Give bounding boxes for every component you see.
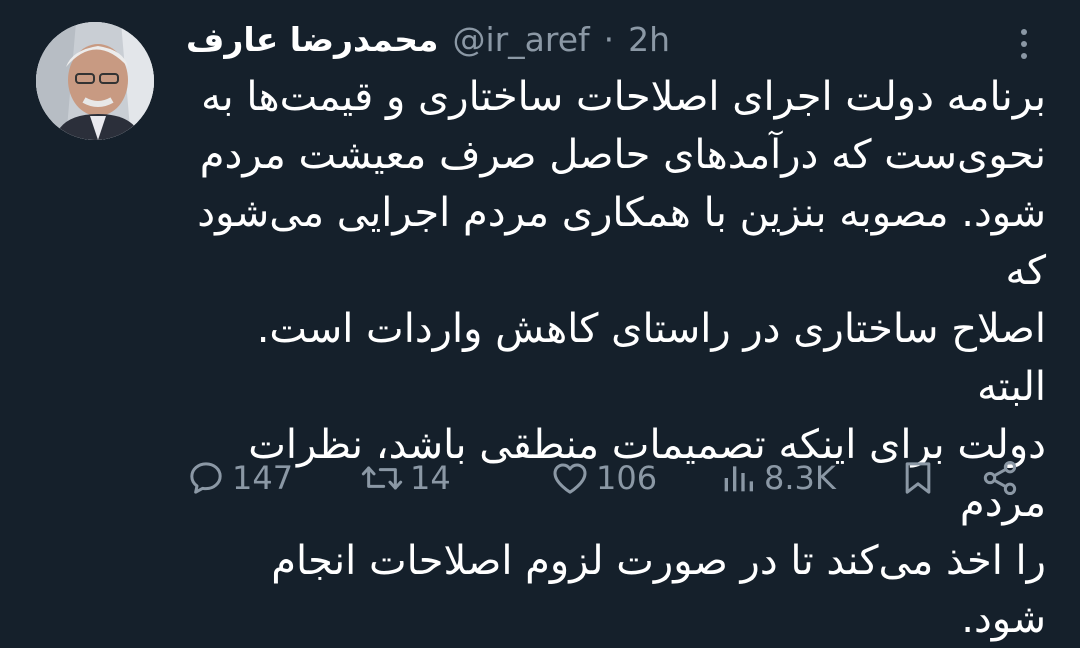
retweet-button[interactable]: 14 [360,458,451,498]
author-handle[interactable]: @ir_aref [452,20,589,59]
retweet-count: 14 [410,459,451,497]
views-icon [724,466,753,492]
views-button[interactable]: 8.3K [718,458,836,498]
reply-button[interactable]: 147 [186,458,293,498]
author-name[interactable]: محمدرضا عارف [186,20,438,59]
like-button[interactable]: 106 [550,458,657,498]
avatar[interactable] [36,22,154,140]
avatar-image [36,22,154,140]
tweet-header: محمدرضا عارف @ir_aref · 2h [186,14,1020,64]
heart-icon [553,463,587,494]
share-icon [983,461,1017,495]
reply-icon [190,462,222,494]
tweet-time[interactable]: 2h [628,20,670,59]
bookmark-icon [905,462,931,494]
share-button[interactable] [980,458,1020,498]
views-count: 8.3K [764,459,836,497]
bookmark-button[interactable] [898,458,938,498]
meta-separator: · [603,19,615,59]
tweet-actions: 147 14 106 8.3K [180,452,1040,504]
tweet-text: برنامه دولت اجرای اصلاحات ساختاری و قیمت… [197,74,1046,642]
retweet-icon [361,466,403,490]
more-icon[interactable] [1012,22,1036,66]
like-count: 106 [596,459,658,497]
reply-count: 147 [232,459,294,497]
